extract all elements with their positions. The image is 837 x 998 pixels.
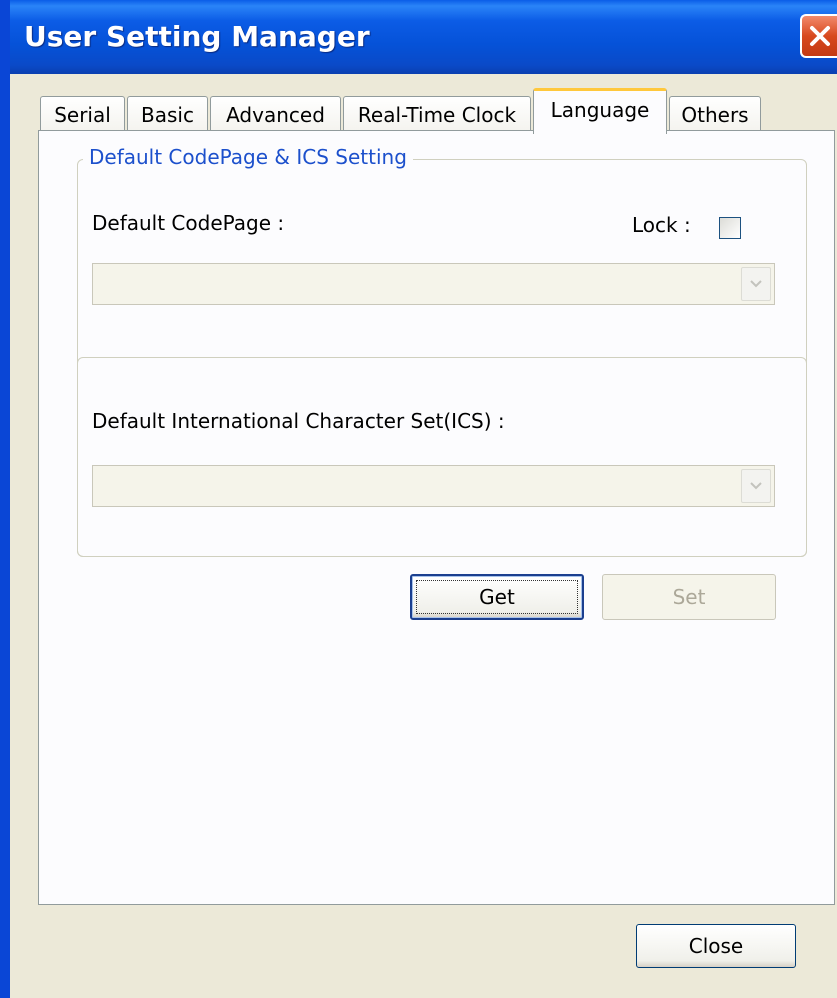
tab-serial[interactable]: Serial [40,96,125,132]
title-bar[interactable]: User Setting Manager [10,0,837,74]
default-codepage-label: Default CodePage : [92,211,285,235]
default-ics-dropdown[interactable] [92,465,775,507]
lock-label: Lock : [632,213,691,237]
tab-advanced[interactable]: Advanced [210,96,341,132]
close-button[interactable]: Close [636,924,796,968]
chevron-down-icon [750,482,762,490]
set-button-label: Set [672,585,706,609]
ics-dropdown-arrow[interactable] [741,469,771,503]
tab-others[interactable]: Others [669,96,761,132]
tab-real-time-clock[interactable]: Real-Time Clock [343,96,531,132]
set-button[interactable]: Set [602,574,776,620]
ics-section [77,357,807,557]
tab-language[interactable]: Language [533,88,667,134]
group-title: Default CodePage & ICS Setting [83,145,413,169]
codepage-dropdown-arrow[interactable] [741,267,771,301]
default-ics-label: Default International Character Set(ICS)… [92,409,505,433]
close-window-button[interactable] [800,14,837,58]
chevron-down-icon [750,280,762,288]
user-setting-manager-window: User Setting Manager Serial Basic Advanc… [0,0,837,998]
close-button-label: Close [688,934,744,958]
tab-basic[interactable]: Basic [127,96,208,132]
get-button[interactable]: Get [410,574,584,620]
lock-checkbox[interactable] [719,217,741,239]
focus-rectangle [416,580,578,614]
default-codepage-dropdown[interactable] [92,263,775,305]
language-tab-panel: Default CodePage & ICS Setting Default C… [38,130,835,905]
window-title: User Setting Manager [24,20,370,53]
close-icon [810,26,830,46]
